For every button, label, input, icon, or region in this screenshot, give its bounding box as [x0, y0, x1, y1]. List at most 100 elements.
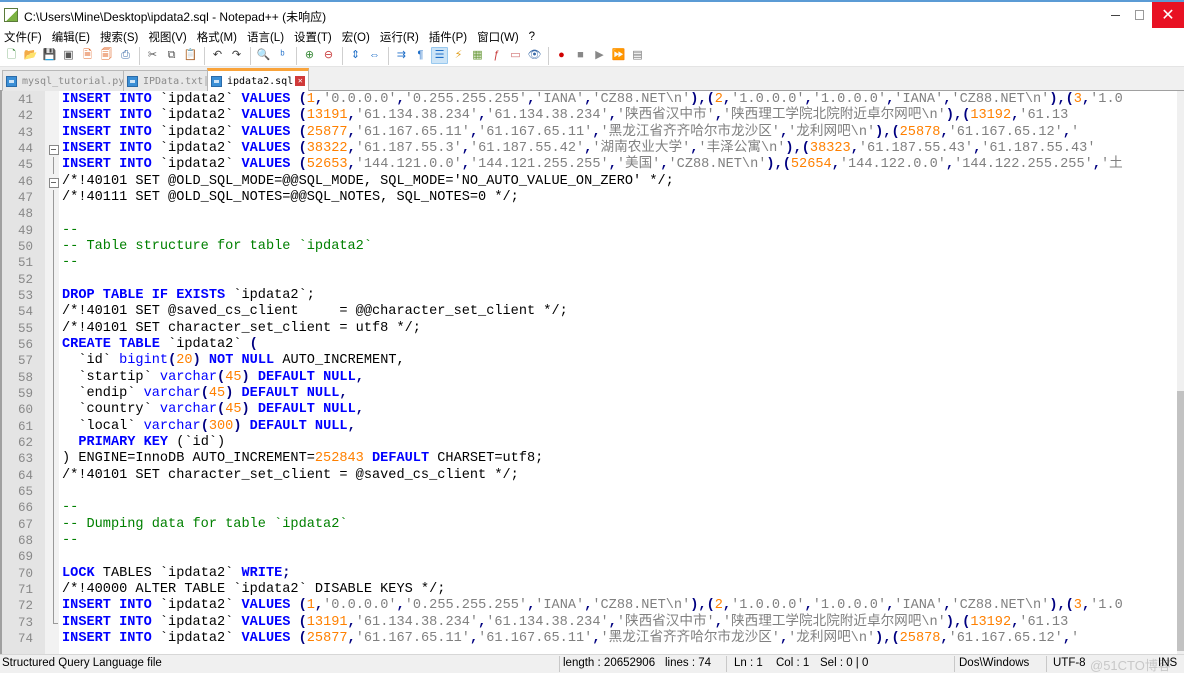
code-line[interactable]: 41 INSERT INTO `ipdata2` VALUES (1,'0.0.0…	[2, 92, 1184, 108]
line-number: 53	[17, 288, 33, 303]
menu-item[interactable]: 窗口(W)	[473, 29, 525, 45]
code-line[interactable]: 74 INSERT INTO `ipdata2` VALUES (25877,'6…	[2, 631, 1184, 647]
code-line[interactable]: 72 INSERT INTO `ipdata2` VALUES (1,'0.0.0…	[2, 598, 1184, 615]
code-token: ),(	[690, 598, 715, 614]
stop-macro-button[interactable]: ■	[572, 47, 589, 64]
code-line[interactable]: 43 INSERT INTO `ipdata2` VALUES (25877,'6…	[2, 125, 1184, 141]
code-line[interactable]: 42 INSERT INTO `ipdata2` VALUES (13191,'6…	[2, 108, 1184, 124]
code-line[interactable]: 73 INSERT INTO `ipdata2` VALUES (13191,'6…	[2, 614, 1184, 631]
code-line[interactable]: 66 --	[2, 500, 1184, 517]
code-line[interactable]: 64 /*!40101 SET character_set_client = @s…	[2, 467, 1184, 485]
code-text: `country` varchar(45) DEFAULT NULL,	[62, 402, 364, 418]
play-macro-button[interactable]: ▶	[591, 47, 608, 64]
sync-vertical-button[interactable]: ⇕	[347, 47, 364, 64]
code-editor[interactable]: 41 INSERT INTO `ipdata2` VALUES (1,'0.0.0…	[0, 91, 1184, 654]
code-line[interactable]: 48	[2, 206, 1184, 223]
tab-close-icon[interactable]: ✕	[295, 76, 306, 86]
save-all-button[interactable]: ▣	[60, 47, 77, 64]
folder-workspace-button[interactable]: ▭	[507, 47, 524, 64]
code-line[interactable]: 63) ENGINE=InnoDB AUTO_INCREMENT=252843 …	[2, 451, 1184, 468]
code-line[interactable]: 60 `country` varchar(45) DEFAULT NULL,	[2, 402, 1184, 419]
tab-ipdata2-sql[interactable]: ipdata2.sql ✕	[207, 68, 310, 91]
paste-button[interactable]: 📋	[182, 47, 199, 64]
menu-item[interactable]: 视图(V)	[144, 29, 192, 45]
zoom-out-button[interactable]: ⊖	[320, 47, 337, 64]
save-macro-button[interactable]: ▤	[629, 47, 646, 64]
menu-item[interactable]: 文件(F)	[0, 29, 48, 45]
menu-item[interactable]: 插件(P)	[425, 29, 473, 45]
code-line[interactable]: 71 /*!40000 ALTER TABLE `ipdata2` DISABLE…	[2, 581, 1184, 599]
menu-item[interactable]: 语言(L)	[243, 29, 290, 45]
menu-item[interactable]: 格式(M)	[193, 29, 243, 45]
code-line[interactable]: 57 `id` bigint(20) NOT NULL AUTO_INCREME…	[2, 353, 1184, 370]
code-line[interactable]: 45 INSERT INTO `ipdata2` VALUES (52653,'1…	[2, 157, 1184, 174]
code-line[interactable]: 50 -- Table structure for table `ipdata2`	[2, 238, 1184, 256]
run-macro-multiple-button[interactable]: ⏩	[610, 47, 627, 64]
cut-button[interactable]: ✂	[144, 47, 161, 64]
code-line[interactable]: 59 `endip` varchar(45) DEFAULT NULL,	[2, 385, 1184, 403]
code-line[interactable]: 54 /*!40101 SET @saved_cs_client = @@char…	[2, 304, 1184, 321]
scrollbar-thumb[interactable]	[1177, 391, 1184, 651]
find-button[interactable]: 🔍	[255, 47, 272, 64]
code-line[interactable]: 44 INSERT INTO `ipdata2` VALUES (38322,'6…	[2, 141, 1184, 157]
code-line[interactable]: 58 `startip` varchar(45) DEFAULT NULL,	[2, 369, 1184, 387]
code-line[interactable]: 53 DROP TABLE IF EXISTS `ipdata2`;	[2, 287, 1184, 305]
replace-button[interactable]: ᵇ	[274, 47, 291, 64]
zoom-in-icon: ⊕	[304, 49, 315, 61]
code-token: --	[62, 532, 79, 548]
status-eol[interactable]: Dos\Windows	[959, 657, 1029, 669]
new-file-button[interactable]: 🗋	[3, 47, 20, 64]
vertical-scrollbar[interactable]	[1177, 91, 1184, 654]
document-map-button[interactable]: ▦	[469, 47, 486, 64]
open-file-button[interactable]: 📂	[22, 47, 39, 64]
indent-guide-button[interactable]: ☰	[431, 47, 448, 64]
code-line[interactable]: 67 -- Dumping data for table `ipdata2`	[2, 516, 1184, 534]
code-line[interactable]: 62 PRIMARY KEY (`id`)	[2, 434, 1184, 452]
menu-item[interactable]: 搜索(S)	[96, 29, 144, 45]
close-all-button[interactable]: 🗐	[98, 47, 115, 64]
code-line[interactable]: 49 --	[2, 222, 1184, 240]
code-line[interactable]: 51 --	[2, 255, 1184, 272]
function-list-button[interactable]: ƒ	[488, 47, 505, 64]
code-token: ,	[355, 402, 364, 418]
code-line[interactable]: 65	[2, 483, 1184, 501]
code-line[interactable]: 52	[2, 271, 1184, 289]
redo-button[interactable]: ↷	[228, 47, 245, 64]
print-button[interactable]: ⎙	[117, 47, 134, 64]
user-language-button[interactable]: ⚡	[450, 47, 467, 64]
code-text: --	[62, 223, 78, 239]
monitoring-button[interactable]: 👁	[526, 47, 543, 64]
code-token: '61.167.65.12'	[948, 630, 1063, 646]
code-line[interactable]: 46 /*!40101 SET @OLD_SQL_MODE=@@SQL_MODE,…	[2, 174, 1184, 190]
save-button[interactable]: 💾	[41, 47, 58, 64]
code-token: ,	[940, 124, 949, 140]
code-line[interactable]: 47 /*!40111 SET @OLD_SQL_NOTES=@@SQL_NOTE…	[2, 189, 1184, 207]
code-token: DEFAULT NULL	[249, 402, 356, 418]
close-window-button[interactable]: ✕	[1152, 2, 1184, 28]
code-line[interactable]: 61 `local` varchar(300) DEFAULT NULL,	[2, 418, 1184, 436]
code-line[interactable]: 69	[2, 549, 1184, 566]
code-token: NOT NULL	[200, 353, 275, 369]
code-line[interactable]: 55 /*!40101 SET character_set_client = ut…	[2, 320, 1184, 338]
word-wrap-button[interactable]: ⇉	[393, 47, 410, 64]
tab-ipdata-txt[interactable]: IPData.txt ✕	[123, 70, 220, 91]
menu-item[interactable]: ?	[525, 31, 541, 43]
code-line[interactable]: 70 LOCK TABLES `ipdata2` WRITE;	[2, 565, 1184, 583]
show-all-chars-button[interactable]: ¶	[412, 47, 429, 64]
menu-item[interactable]: 宏(O)	[338, 29, 376, 45]
fold-toggle-icon[interactable]	[49, 141, 59, 157]
menu-item[interactable]: 运行(R)	[376, 29, 425, 45]
close-file-button[interactable]: 🗎	[79, 47, 96, 64]
record-macro-button[interactable]: ●	[553, 47, 570, 64]
menu-item[interactable]: 编辑(E)	[48, 29, 96, 45]
menu-item[interactable]: 设置(T)	[290, 29, 338, 45]
sync-horizontal-button[interactable]: ⇔	[366, 47, 383, 64]
fold-toggle-icon[interactable]	[49, 174, 59, 190]
tab-mysql-tutorial-py[interactable]: mysql_tutorial.py ✕	[2, 70, 141, 91]
zoom-in-button[interactable]: ⊕	[301, 47, 318, 64]
code-line[interactable]: 56 CREATE TABLE `ipdata2` (	[2, 336, 1184, 354]
code-line[interactable]: 68 --	[2, 532, 1184, 550]
undo-button[interactable]: ↶	[209, 47, 226, 64]
copy-button[interactable]: ⧉	[163, 47, 180, 64]
status-encoding[interactable]: UTF-8	[1053, 657, 1086, 669]
